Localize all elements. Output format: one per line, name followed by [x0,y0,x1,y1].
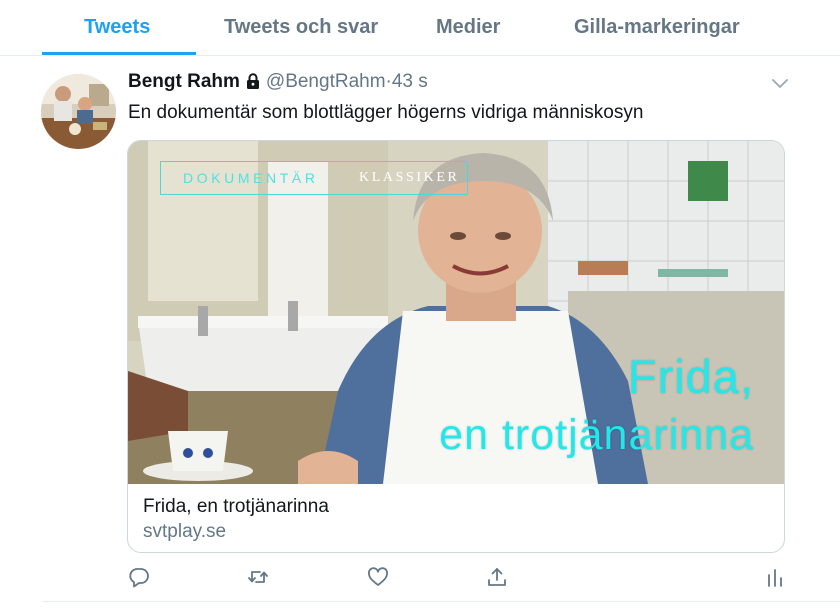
share-icon[interactable] [486,566,508,588]
retweet-icon[interactable] [247,566,269,588]
tab-tweets-and-replies[interactable]: Tweets och svar [224,16,378,39]
reply-icon[interactable] [128,566,150,588]
like-icon[interactable] [367,566,389,588]
lock-icon [246,73,260,95]
tab-media[interactable]: Medier [436,16,500,39]
tab-likes[interactable]: Gilla-markeringar [574,16,740,39]
chevron-down-icon[interactable] [770,76,790,90]
card-image-title-line1: Frida, [627,350,754,403]
active-tab-indicator [42,52,196,55]
card-image-brand-part2: KLASSIKER [359,170,460,185]
card-image-title-line2: en trotjänarinna [439,411,754,459]
tweet-divider [42,601,840,602]
author-name[interactable]: Bengt Rahm [128,71,240,92]
profile-tabs: Tweets Tweets och svar Medier Gilla-mark… [0,0,840,56]
card-image-brand-frame: DOKUMENTÄR KLASSIKER [160,161,468,195]
tweet-text: En dokumentär som blottlägger högerns vi… [128,102,644,123]
author-handle[interactable]: @BengtRahm [266,71,386,92]
card-domain[interactable]: svtplay.se [143,521,226,543]
tab-tweets[interactable]: Tweets [84,16,150,39]
card-image[interactable]: DOKUMENTÄR KLASSIKER Frida, en trotjänar… [128,141,784,484]
link-card[interactable]: DOKUMENTÄR KLASSIKER Frida, en trotjänar… [127,140,785,553]
card-title[interactable]: Frida, en trotjänarinna [143,496,329,518]
card-image-brand-part1: DOKUMENTÄR [183,170,319,186]
avatar[interactable] [41,74,116,149]
tweet-header: Bengt Rahm @BengtRahm·43 s [128,71,428,97]
tweet-timestamp[interactable]: 43 s [392,71,428,92]
tweet-actions [0,562,840,592]
analytics-icon[interactable] [764,566,786,588]
